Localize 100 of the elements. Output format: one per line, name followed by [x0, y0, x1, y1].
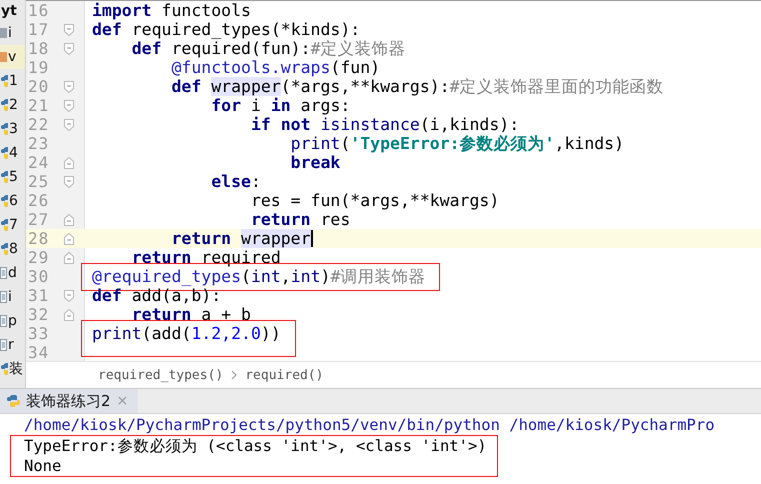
code-token: i — [250, 96, 262, 115]
code-token: : — [250, 172, 261, 191]
code-token: 1.2,2.0 — [191, 324, 261, 343]
code-token: res = fun(*args,**kwargs) — [250, 191, 500, 210]
code-token: 'TypeError:参数必须为' — [350, 134, 555, 153]
code-token: a + b — [200, 305, 251, 324]
tree-item[interactable]: 1 — [0, 69, 25, 93]
code-token: @functools.wraps — [170, 58, 330, 77]
line-number: 19 — [27, 58, 50, 77]
python-file-icon — [6, 394, 20, 408]
code-token: return — [130, 248, 192, 267]
code-token: def — [92, 20, 122, 39]
line-number: 27 — [27, 210, 50, 229]
line-number: 30 — [27, 267, 50, 286]
code-token: args: — [300, 96, 350, 115]
python-file-icon — [0, 122, 8, 136]
python-file-icon — [0, 146, 8, 160]
line-number: 20 — [27, 77, 50, 96]
line-number: 29 — [27, 248, 50, 267]
line-number: 21 — [27, 96, 50, 115]
line-number: 34 — [27, 343, 50, 361]
code-token: required — [200, 248, 281, 267]
tree-item[interactable]: yt — [0, 0, 25, 21]
line-number: 22 — [27, 115, 50, 134]
code-token: def — [170, 77, 202, 96]
code-token: #定义装饰器 — [310, 39, 406, 58]
code-token: @required_types — [92, 267, 242, 286]
code-token: wrapper — [211, 77, 281, 96]
tree-item[interactable]: 8 — [0, 237, 25, 261]
line-number: 24 — [27, 153, 50, 172]
code-token: if not — [250, 115, 312, 134]
folder-icon — [0, 51, 7, 63]
code-token: break — [290, 153, 340, 172]
code-token: ( — [340, 134, 350, 153]
code-token: functools — [160, 1, 251, 20]
tab-label: 装饰器练习2 — [26, 392, 111, 410]
breadcrumb-item[interactable]: required() — [245, 368, 324, 382]
code-token: print — [290, 134, 340, 153]
python-file-icon — [0, 74, 8, 88]
line-number: 31 — [27, 286, 50, 305]
code-token: (fun) — [330, 58, 380, 77]
code-token: #调用装饰器 — [330, 267, 426, 286]
tree-item[interactable]: 4 — [0, 141, 25, 165]
code-token: required_types(*kinds): — [130, 20, 360, 39]
python-file-icon — [0, 170, 8, 184]
line-number: 26 — [27, 191, 50, 210]
line-number: 32 — [27, 305, 50, 324]
python-file-icon — [0, 194, 8, 208]
code-token: def — [130, 39, 162, 58]
run-tab[interactable]: 装饰器练习2 × — [0, 389, 138, 413]
code-token: (*args,**kwargs): — [280, 77, 450, 96]
line-number: 23 — [27, 134, 50, 153]
folder-icon — [0, 27, 7, 39]
code-token: ) — [320, 267, 330, 286]
text-cursor — [310, 230, 313, 247]
output-line: TypeError:参数必须为 (<class 'int'>, <class 'int'>) — [24, 436, 487, 456]
tree-item[interactable]: i — [0, 285, 25, 309]
python-file-icon — [0, 218, 8, 232]
code-token: else — [210, 172, 251, 191]
code-token: #定义装饰器里面的功能函数 — [450, 77, 664, 96]
line-number: 28 — [27, 229, 50, 248]
python-file-icon — [0, 362, 8, 376]
python-file-icon — [0, 98, 8, 112]
line-number: 17 — [27, 20, 50, 39]
tree-item[interactable]: p — [0, 309, 25, 333]
code-token: (i,kinds): — [420, 115, 520, 134]
code-token: return — [250, 210, 311, 229]
code-token: in — [270, 96, 291, 115]
code-token: )) — [260, 324, 281, 343]
code-token: for — [210, 96, 242, 115]
code-token: (add( — [142, 324, 192, 343]
tree-item[interactable]: 2 — [0, 93, 25, 117]
code-token: res — [319, 210, 350, 229]
code-token: isinstance — [320, 115, 420, 134]
line-number: 33 — [27, 324, 50, 343]
breadcrumb-item[interactable]: required_types() — [98, 368, 224, 382]
line-number: 16 — [27, 1, 50, 20]
tree-item[interactable]: 装 — [0, 357, 25, 381]
tree-item[interactable]: r — [0, 333, 25, 357]
tree-item[interactable]: 7 — [0, 213, 25, 237]
code-token: ( — [241, 267, 251, 286]
python-file-icon — [0, 242, 8, 256]
tree-item[interactable]: 3 — [0, 117, 25, 141]
code-token: wrapper — [241, 229, 311, 248]
line-number: 18 — [27, 39, 50, 58]
code-token: int — [290, 267, 321, 286]
tree-item[interactable]: 5 — [0, 165, 25, 189]
code-token: int — [250, 267, 281, 286]
code-token: return — [170, 229, 232, 248]
command-line: /home/kiosk/PycharmProjects/python5/venv/bin/python /home/kiosk/PycharmPro — [23, 415, 716, 435]
chevron-icon — [231, 370, 238, 380]
code-token: print — [92, 324, 142, 343]
code-token: , — [280, 267, 291, 286]
tree-item[interactable]: v — [0, 45, 25, 69]
tree-item[interactable]: i — [0, 21, 25, 45]
tree-item[interactable]: d — [0, 261, 25, 285]
code-token: ,kinds) — [554, 134, 624, 153]
tree-item[interactable]: 6 — [0, 189, 25, 213]
code-token: required(fun): — [170, 39, 311, 58]
code-token: return — [130, 305, 192, 324]
